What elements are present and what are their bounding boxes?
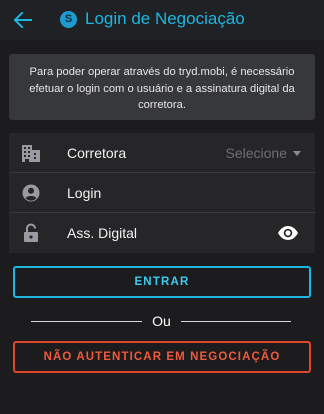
info-banner: Para poder operar através do tryd.mobi, … <box>9 54 315 120</box>
broker-label: Corretora <box>67 145 127 161</box>
login-row: Login <box>9 173 315 213</box>
broker-selected-value: Selecione <box>225 145 288 161</box>
login-form: Corretora Selecione Login Ass. Digital <box>9 133 315 253</box>
enter-button[interactable]: ENTRAR <box>13 266 311 298</box>
lock-open-icon <box>24 223 38 242</box>
skip-auth-button[interactable]: NÃO AUTENTICAR EM NEGOCIAÇÃO <box>13 341 311 373</box>
divider-left <box>31 321 142 322</box>
building-icon <box>22 145 40 162</box>
login-label: Login <box>67 185 102 201</box>
back-button[interactable] <box>10 8 36 32</box>
or-separator: Ou <box>152 313 171 329</box>
signature-row: Ass. Digital <box>9 213 315 253</box>
broker-row[interactable]: Corretora Selecione <box>9 133 315 173</box>
page-title: Login de Negociação <box>85 9 245 28</box>
arrow-left-icon <box>14 12 32 28</box>
login-input[interactable] <box>139 179 273 209</box>
eye-icon[interactable] <box>277 223 299 243</box>
divider-right <box>181 321 291 322</box>
app-bar: S Login de Negociação <box>0 0 324 40</box>
account-circle-icon <box>22 184 40 202</box>
signature-label: Ass. Digital <box>67 225 138 241</box>
chevron-down-icon <box>293 150 301 156</box>
signature-input[interactable] <box>139 219 273 249</box>
app-logo: S <box>60 11 77 28</box>
broker-select[interactable]: Selecione <box>225 145 301 161</box>
info-message: Para poder operar através do tryd.mobi, … <box>29 66 295 111</box>
